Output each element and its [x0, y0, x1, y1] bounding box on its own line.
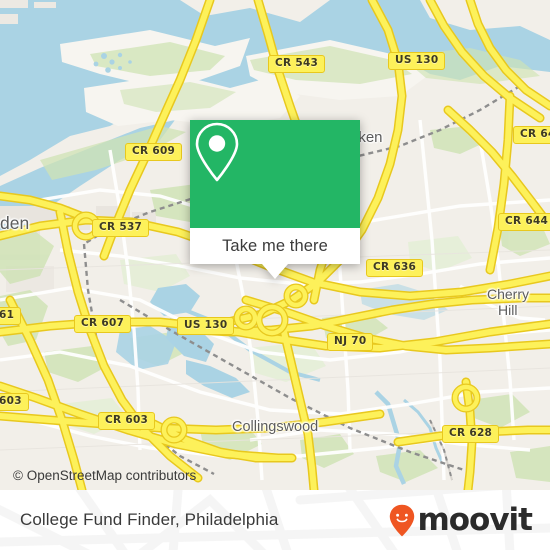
moovit-wordmark: moovit [417, 501, 533, 538]
place-label-camden: den [0, 213, 30, 233]
road-shield-us-130-north: US 130 [388, 52, 446, 70]
road-shield-cr-644-north: CR 644 [513, 126, 550, 144]
road-shield-cr-543: CR 543 [268, 55, 326, 73]
road-shield-cr-561: 61 [0, 307, 22, 325]
footer-bar: College Fund Finder, Philadelphia moovit [0, 490, 550, 550]
moovit-brand[interactable]: moovit [389, 501, 533, 538]
place-label-collingswood: Collingswood [232, 419, 319, 435]
road-shield-cr-603-west: 603 [0, 393, 29, 411]
road-shield-us-130-mid: US 130 [177, 317, 235, 335]
road-shield-cr-607: CR 607 [74, 315, 132, 333]
take-me-there-label: Take me there [222, 236, 328, 255]
road-shield-cr-609: CR 609 [125, 143, 183, 161]
footer-place-title: College Fund Finder, Philadelphia [20, 510, 279, 529]
road-shield-cr-628: CR 628 [442, 425, 500, 443]
place-label-cherry-hill-line1: Cherry [487, 286, 530, 302]
card-action-bar[interactable]: Take me there [190, 228, 360, 264]
footer-content: College Fund Finder, Philadelphia moovit [0, 490, 550, 550]
take-me-there-card[interactable]: Take me there [190, 120, 360, 279]
card-pointer-tail [262, 264, 288, 279]
road-shield-nj-70: NJ 70 [327, 333, 374, 351]
openstreetmap-attribution[interactable]: © OpenStreetMap contributors [13, 468, 196, 483]
map-pin-icon [195, 122, 239, 182]
map-canvas[interactable]: CR 543 US 130 CR 644 CR 609 CR 537 CR 644 CR 6… [0, 0, 550, 490]
card-icon-area [190, 120, 360, 228]
place-label-cherry-hill-line2: Hill [498, 302, 518, 318]
road-shield-cr-644-east: CR 644 [498, 213, 550, 231]
moovit-location-card-screenshot: CR 543 US 130 CR 644 CR 609 CR 537 CR 644 CR 6… [0, 0, 550, 550]
road-shield-cr-636: CR 636 [366, 259, 424, 277]
road-shield-cr-537: CR 537 [92, 219, 150, 237]
moovit-smiley-pin-icon [390, 504, 415, 536]
road-shield-cr-603: CR 603 [98, 412, 156, 430]
